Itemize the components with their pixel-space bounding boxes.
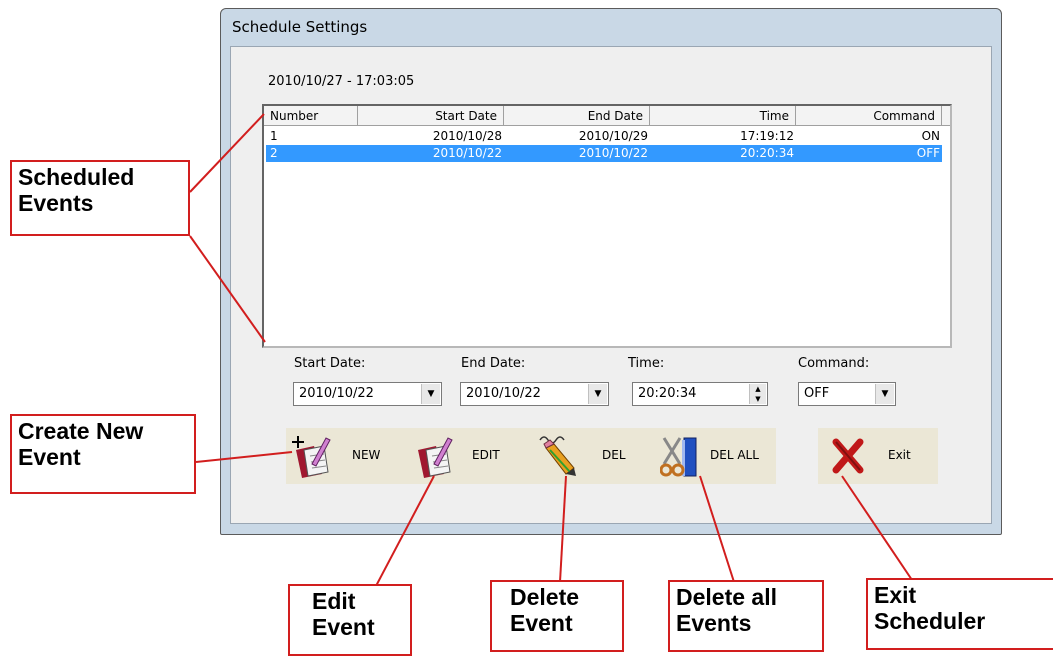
callout-leader-lines — [189, 113, 913, 587]
callout-edit-event: Edit Event — [288, 584, 412, 656]
callout-create-new-event: Create New Event — [10, 414, 196, 494]
callout-scheduled-events: Scheduled Events — [10, 160, 190, 236]
callout-exit-scheduler: Exit Scheduler — [866, 578, 1053, 650]
callout-delete-event: Delete Event — [490, 580, 624, 652]
callout-delete-all-events: Delete all Events — [668, 580, 824, 652]
